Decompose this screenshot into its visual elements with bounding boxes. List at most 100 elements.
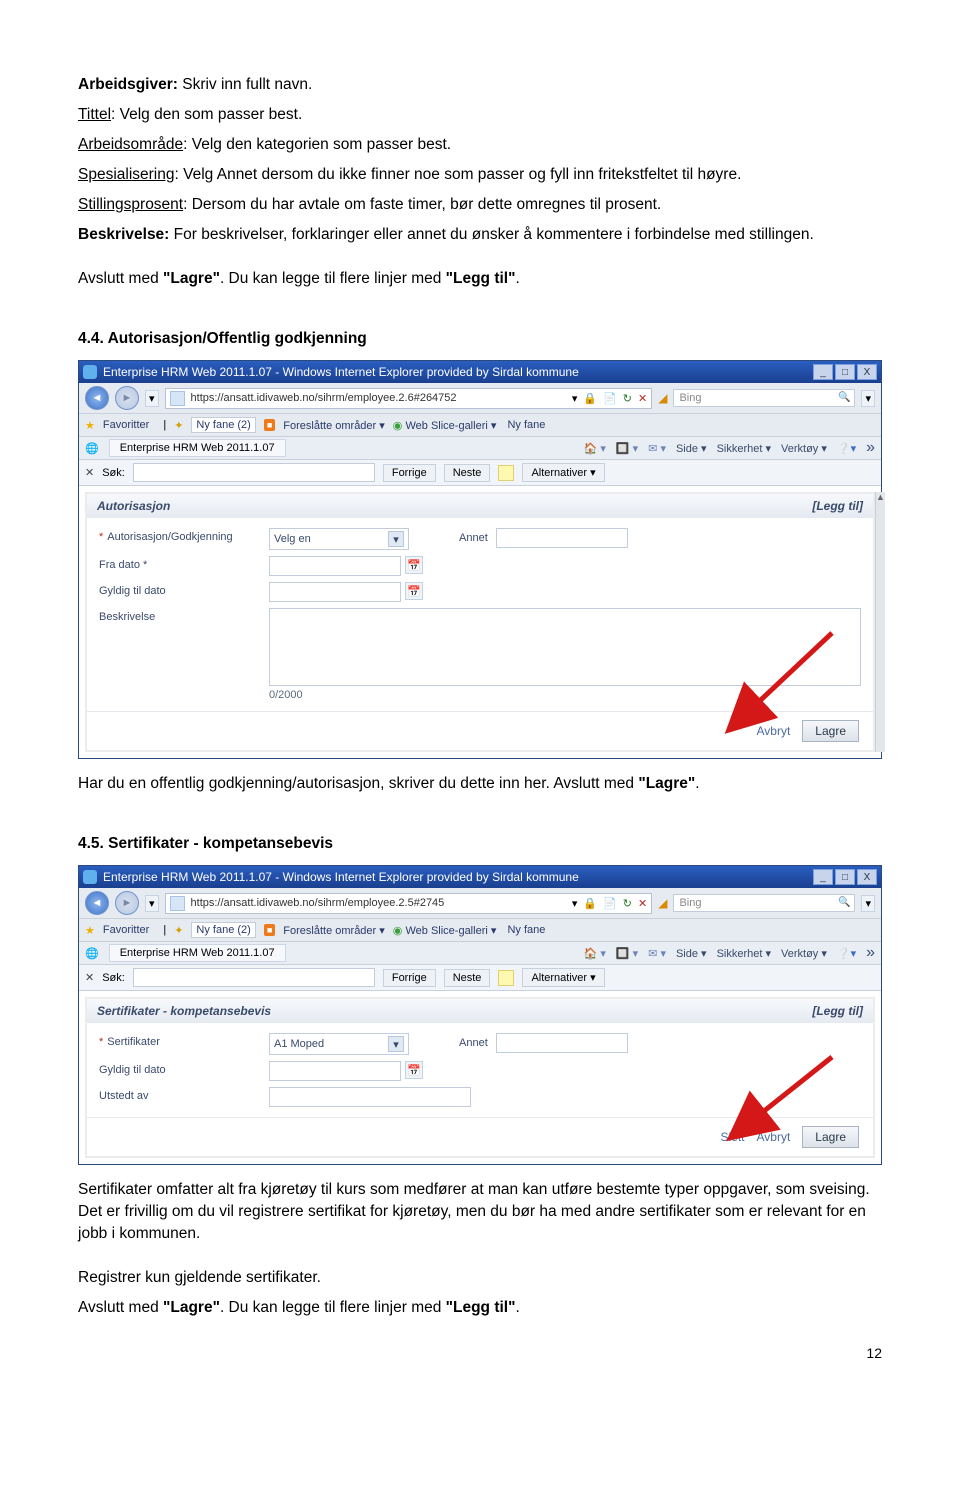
refresh-icon[interactable]: ↻ xyxy=(623,897,632,910)
back-button[interactable]: ◄ xyxy=(85,386,109,410)
page-number: 12 xyxy=(78,1327,882,1361)
search-box[interactable]: Bing xyxy=(673,389,855,407)
nav-row: ◄ ► ▾ https://ansatt.idivaweb.no/sihrm/e… xyxy=(79,383,881,414)
verktoy-menu[interactable]: Verktøy ▾ xyxy=(781,442,827,455)
forward-button[interactable]: ► xyxy=(115,891,139,915)
legg-til-link[interactable]: [Legg til] xyxy=(812,1004,863,1018)
lagre-button[interactable]: Lagre xyxy=(802,720,859,742)
compat-icon[interactable]: 📄 xyxy=(603,897,617,910)
nyfane-link[interactable]: Ny fane xyxy=(504,924,545,936)
nyfane2-link[interactable]: Ny fane (2) xyxy=(191,922,255,938)
autorisasjon-panel: Autorisasjon [Legg til] *Autorisasjon/Go… xyxy=(85,492,875,752)
side-menu[interactable]: Side ▾ xyxy=(676,947,707,960)
search-dropdown-icon[interactable]: ▾ xyxy=(861,895,875,912)
stop-icon[interactable]: ✕ xyxy=(638,897,647,910)
webslice-link[interactable]: ◉ Web Slice-galleri ▾ xyxy=(393,419,497,432)
help-icon[interactable]: ❔▾ xyxy=(837,442,856,455)
back-button[interactable]: ◄ xyxy=(85,891,109,915)
find-close-icon[interactable]: ✕ xyxy=(85,971,94,984)
find-prev-button[interactable]: Forrige xyxy=(383,969,436,987)
bing-icon: ◢ xyxy=(658,391,667,405)
find-label: Søk: xyxy=(102,972,125,984)
slett-button[interactable]: Slett xyxy=(720,1130,744,1144)
annet-input[interactable] xyxy=(496,528,628,548)
side-menu[interactable]: Side ▾ xyxy=(676,442,707,455)
utstedt-av-input[interactable] xyxy=(269,1087,471,1107)
browser-tab[interactable]: Enterprise HRM Web 2011.1.07 xyxy=(109,944,286,962)
compat-icon[interactable]: 📄 xyxy=(603,392,617,405)
minimize-button[interactable]: _ xyxy=(813,869,833,885)
nav-row: ◄ ► ▾ https://ansatt.idivaweb.no/sihrm/e… xyxy=(79,888,881,919)
stop-icon[interactable]: ✕ xyxy=(638,392,647,405)
more-chevron-icon[interactable]: » xyxy=(866,439,875,457)
sertifikater-select[interactable]: A1 Moped▾ xyxy=(269,1033,409,1055)
dropdown-icon[interactable]: ▾ xyxy=(145,390,159,407)
legg-til-link[interactable]: [Legg til] xyxy=(812,499,863,513)
search-box[interactable]: Bing xyxy=(673,894,855,912)
feed-icon[interactable]: 🔲 ▾ xyxy=(616,442,638,455)
lagre-button[interactable]: Lagre xyxy=(802,1126,859,1148)
dropdown-icon[interactable]: ▾ xyxy=(145,895,159,912)
favorites-star-icon[interactable]: ★ xyxy=(85,924,95,937)
nyfane2-link[interactable]: Ny fane (2) xyxy=(191,417,255,433)
history-dropdown-icon[interactable]: ▾ xyxy=(572,897,578,910)
suggested-sites-icon: ✦ xyxy=(174,924,183,937)
favorites-label[interactable]: Favoritter xyxy=(103,419,149,431)
scroll-up-icon[interactable]: ▲ xyxy=(876,492,885,502)
address-bar[interactable]: https://ansatt.idivaweb.no/sihrm/employe… xyxy=(165,893,653,914)
help-icon[interactable]: ❔▾ xyxy=(837,947,856,960)
til-dato-input[interactable] xyxy=(269,582,401,602)
close-button[interactable]: X xyxy=(857,869,877,885)
foreslatte-link[interactable]: Foreslåtte områder ▾ xyxy=(283,419,385,432)
webslice-link[interactable]: ◉ Web Slice-galleri ▾ xyxy=(393,924,497,937)
verktoy-menu[interactable]: Verktøy ▾ xyxy=(781,947,827,960)
calendar-icon[interactable]: 📅 xyxy=(405,1061,423,1079)
history-dropdown-icon[interactable]: ▾ xyxy=(572,392,578,405)
home-icon[interactable]: 🏠 ▾ xyxy=(584,442,606,455)
panel-title: Autorisasjon xyxy=(97,499,170,513)
find-prev-button[interactable]: Forrige xyxy=(383,464,436,482)
beskrivelse-textarea[interactable] xyxy=(269,608,861,686)
forward-button[interactable]: ► xyxy=(115,386,139,410)
find-options-button[interactable]: Alternativer ▾ xyxy=(522,463,604,482)
minimize-button[interactable]: _ xyxy=(813,364,833,380)
page-icon xyxy=(170,391,185,406)
close-button[interactable]: X xyxy=(857,364,877,380)
sikkerhet-menu[interactable]: Sikkerhet ▾ xyxy=(717,442,771,455)
address-bar[interactable]: https://ansatt.idivaweb.no/sihrm/employe… xyxy=(165,388,653,409)
find-input[interactable] xyxy=(133,968,375,987)
fra-dato-input[interactable] xyxy=(269,556,401,576)
find-next-button[interactable]: Neste xyxy=(444,969,491,987)
favorites-label[interactable]: Favoritter xyxy=(103,924,149,936)
maximize-button[interactable]: □ xyxy=(835,869,855,885)
mail-icon[interactable]: ✉ ▾ xyxy=(648,442,666,455)
para-tittel: Tittel: Velg den som passer best. xyxy=(78,104,882,126)
avbryt-button[interactable]: Avbryt xyxy=(757,724,791,738)
browser-tab[interactable]: Enterprise HRM Web 2011.1.07 xyxy=(109,439,286,457)
search-dropdown-icon[interactable]: ▾ xyxy=(861,390,875,407)
til-dato-input[interactable] xyxy=(269,1061,401,1081)
find-close-icon[interactable]: ✕ xyxy=(85,466,94,479)
refresh-icon[interactable]: ↻ xyxy=(623,392,632,405)
find-input[interactable] xyxy=(133,463,375,482)
calendar-icon[interactable]: 📅 xyxy=(405,556,423,574)
maximize-button[interactable]: □ xyxy=(835,364,855,380)
feed-icon[interactable]: 🔲 ▾ xyxy=(616,947,638,960)
highlight-icon[interactable] xyxy=(498,465,514,481)
calendar-icon[interactable]: 📅 xyxy=(405,582,423,600)
find-options-button[interactable]: Alternativer ▾ xyxy=(522,968,604,987)
more-chevron-icon[interactable]: » xyxy=(866,944,875,962)
nyfane-link[interactable]: Ny fane xyxy=(504,419,545,431)
sikkerhet-menu[interactable]: Sikkerhet ▾ xyxy=(717,947,771,960)
label: Arbeidsområde: Velg den kategorien som p… xyxy=(78,136,451,153)
browser-window-1: Enterprise HRM Web 2011.1.07 - Windows I… xyxy=(78,360,882,759)
autorisasjon-select[interactable]: Velg en▾ xyxy=(269,528,409,550)
favorites-star-icon[interactable]: ★ xyxy=(85,419,95,432)
highlight-icon[interactable] xyxy=(498,970,514,986)
mail-icon[interactable]: ✉ ▾ xyxy=(648,947,666,960)
annet-input[interactable] xyxy=(496,1033,628,1053)
home-icon[interactable]: 🏠 ▾ xyxy=(584,947,606,960)
avbryt-button[interactable]: Avbryt xyxy=(757,1130,791,1144)
foreslatte-link[interactable]: Foreslåtte områder ▾ xyxy=(283,924,385,937)
find-next-button[interactable]: Neste xyxy=(444,464,491,482)
